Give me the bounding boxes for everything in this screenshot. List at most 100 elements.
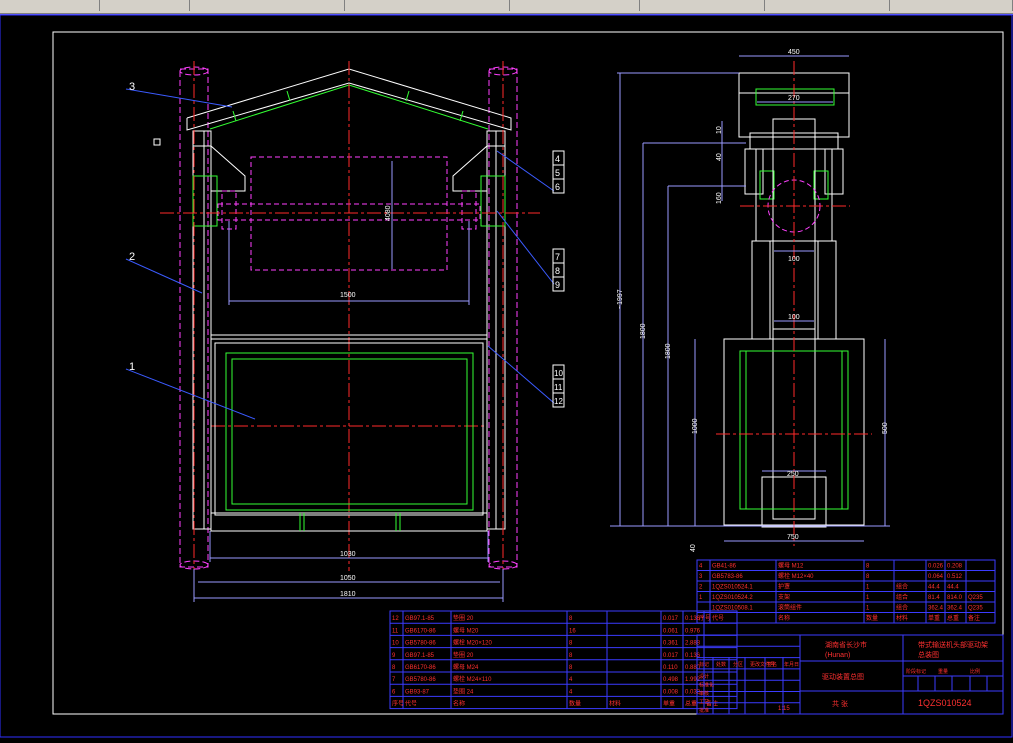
bom-header-cell: 序号 [392, 700, 404, 708]
dim-left-mid2: 1800 [665, 343, 672, 359]
bom-header-cell: 名称 [453, 700, 465, 708]
bom-cell: 0.208 [947, 564, 963, 570]
toolbar-item-1[interactable] [0, 0, 100, 11]
bom-cell: 0.976 [685, 628, 701, 634]
bom-cell: 44.4 [928, 585, 940, 591]
bom-cell: 组合 [896, 583, 908, 591]
bom-header-cell: 总重 [947, 614, 959, 622]
bom-header-cell: 总重 [685, 700, 697, 708]
bom-cell: 垫圈 20 [453, 651, 474, 659]
bom-cell: 814.0 [947, 595, 963, 601]
role-cell: 批准 [699, 707, 709, 714]
bom-cell: GB5783-86 [712, 574, 743, 580]
toolbar-item-7[interactable] [770, 0, 890, 11]
bom-cell: 0.498 [663, 677, 679, 683]
bom-cell: 0.017 [663, 653, 679, 659]
role-cell: 工艺 [699, 700, 709, 706]
bom-cell: GB6170-86 [405, 665, 436, 671]
bom-cell: 1 [866, 595, 870, 601]
bom-cell: GB97.1-85 [405, 653, 435, 659]
balloon-10: 10 [554, 369, 563, 378]
company-sub: (Hunan) [825, 652, 850, 659]
revision-cell: 处数 [716, 661, 726, 668]
bom-cell: 4 [569, 677, 573, 683]
bom-cell: 滚筒组件 [778, 604, 802, 612]
bom-cell: 3 [699, 574, 703, 580]
role-cell: 标准化 [699, 682, 714, 689]
bom-cell: 10 [392, 641, 399, 647]
bom-header-cell: 代号 [405, 700, 417, 708]
bom-cell: 81.4 [928, 595, 940, 601]
bom-cell: 支架 [778, 593, 790, 601]
dim-left-overall: ~1997 [617, 289, 624, 309]
dim-motor-span: 1500 [340, 292, 356, 299]
bom-cell: 2.888 [685, 641, 701, 647]
bom-cell: 8 [392, 665, 396, 671]
bom-cell: 7 [392, 677, 396, 683]
dim-right-box: 500 [882, 422, 889, 434]
stage-cell: 重量 [938, 668, 948, 675]
bom-cell: 螺栓 M24×110 [453, 675, 492, 683]
side-head-green [755, 88, 835, 200]
dim-left-box: 1000 [692, 418, 699, 434]
toolbar-item-6[interactable] [645, 0, 765, 11]
bom-header-cell: 材料 [609, 700, 621, 708]
bom-cell: 1 [699, 595, 703, 601]
bom-cell: GB5780-86 [405, 677, 436, 683]
bom-cell: GB5780-86 [405, 641, 436, 647]
callout-leaders [125, 88, 555, 420]
cad-drawing-canvas[interactable]: 3 2 1 4 5 6 7 8 9 10 11 12 1500 4080 103… [0, 14, 1013, 738]
bom-cell: 垫圈 20 [453, 614, 474, 622]
bom-header-cell: 序号 [699, 614, 711, 622]
revision-cell: 年月日 [784, 661, 799, 668]
bom-cell: 2 [699, 585, 703, 591]
bom-header-cell: 材料 [896, 614, 908, 622]
bom-cell: 4 [699, 564, 703, 570]
balloon-11: 11 [554, 383, 563, 392]
side-view [610, 55, 890, 546]
bom-cell: 4 [569, 689, 573, 695]
bom-cell: 6 [392, 689, 396, 695]
ucs-marker [153, 138, 161, 146]
bom-cell: 0.136 [685, 616, 701, 622]
dim-bottom-left: 40 [690, 544, 697, 552]
balloon-8: 8 [555, 266, 560, 276]
bom-cell: GB41-86 [712, 564, 737, 570]
bom-cell: 0.026 [928, 564, 944, 570]
bom-cell: 1 [866, 585, 870, 591]
bom-cell: 螺母 M12 [778, 562, 804, 570]
sheet-count: 共 张 [832, 699, 848, 708]
bom-cell: 组合 [896, 604, 908, 612]
bom-cell: 组合 [896, 593, 908, 601]
bom-cell: 螺母 M20 [453, 626, 479, 634]
balloon-7: 7 [555, 252, 560, 262]
dim-d5: 100 [788, 256, 800, 263]
toolbar-item-4[interactable] [350, 0, 510, 11]
dim-d1: 10 [716, 126, 723, 134]
toolbar-item-5[interactable] [515, 0, 640, 11]
toolbar-item-2[interactable] [120, 0, 190, 11]
drawing-number: 1QZS010524 [918, 698, 972, 708]
bom-cell: 16 [569, 628, 576, 634]
balloon-9: 9 [555, 280, 560, 290]
bom-header-cell: 代号 [712, 614, 724, 622]
bom-cell: 12 [392, 616, 399, 622]
bom-cell: 8 [569, 653, 573, 659]
drawing-name: 驱动装置总图 [822, 672, 864, 681]
dim-top-inner: 270 [788, 95, 800, 102]
bom-cell: 8 [866, 574, 870, 580]
project-name: 带式输送机头部驱动架 [918, 640, 988, 649]
callout-2: 2 [129, 251, 135, 263]
callout-1: 1 [129, 361, 135, 373]
bom-cell: 垫圈 24 [453, 687, 474, 695]
revision-cell: 签名 [767, 661, 777, 668]
bom-header-cell: 数量 [866, 614, 878, 622]
toolbar-item-3[interactable] [195, 0, 345, 11]
bom-cell: GB97.1-85 [405, 616, 435, 622]
bom-cell: 0.110 [663, 665, 678, 671]
toolbar-item-8[interactable] [895, 0, 1013, 11]
bom-cell: 螺栓 M12×40 [778, 572, 814, 580]
bom-cell: Q235 [968, 595, 983, 601]
bom-cell: 护罩 [778, 583, 790, 591]
bom-cell: GB93-87 [405, 689, 430, 695]
